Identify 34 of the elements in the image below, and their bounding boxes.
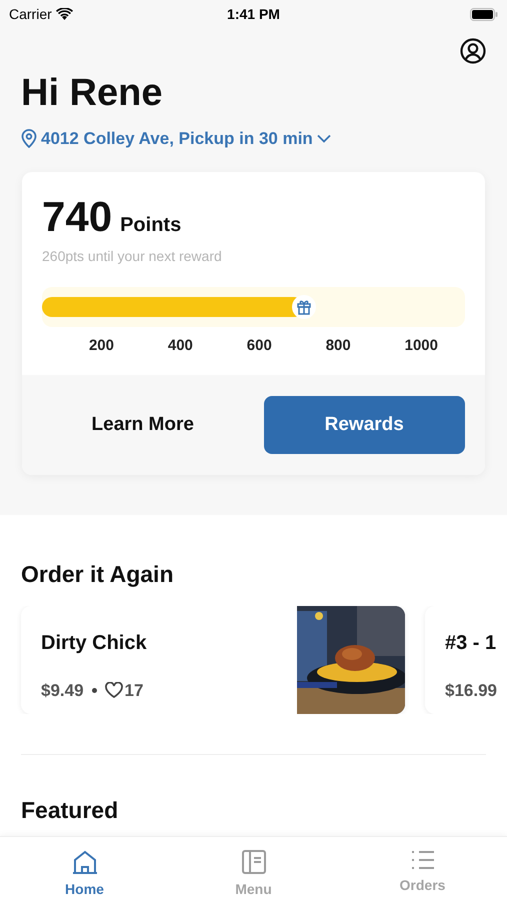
order-card[interactable]: Dirty Chick $9.49 17 xyxy=(21,606,405,714)
reward-subtitle: 260pts until your next reward xyxy=(42,246,223,266)
scale-label: 600 xyxy=(246,336,272,356)
heart-icon xyxy=(104,682,123,698)
item-price: $9.49 xyxy=(41,680,84,702)
greeting-title: Hi Rene xyxy=(20,71,164,116)
scale-label: 1000 xyxy=(404,336,438,356)
clock: 1:41 PM xyxy=(227,4,280,24)
home-icon xyxy=(70,849,98,875)
gift-icon xyxy=(292,294,316,318)
points-value: 740 xyxy=(42,194,112,240)
rewards-button[interactable]: Rewards xyxy=(264,396,465,454)
section-title: Order it Again xyxy=(20,560,174,589)
order-card[interactable]: #3 - 1 $16.99 xyxy=(425,606,507,714)
points-label: Points xyxy=(120,212,182,238)
list-icon xyxy=(410,849,436,871)
chevron-down-icon xyxy=(316,134,331,144)
scale-label: 800 xyxy=(326,336,351,356)
item-price: $16.99 xyxy=(445,680,497,702)
wifi-icon xyxy=(56,8,73,20)
profile-icon[interactable] xyxy=(460,38,486,64)
location-selector[interactable]: 4012 Colley Ave, Pickup in 30 min xyxy=(21,126,331,152)
scale-label: 400 xyxy=(168,336,193,356)
location-pin-icon xyxy=(21,129,37,148)
carrier-label: Carrier xyxy=(9,4,52,24)
battery-icon xyxy=(470,8,498,20)
learn-more-button[interactable]: Learn More xyxy=(42,396,244,454)
tab-bar-item[interactable]: Home xyxy=(0,837,169,900)
item-name: Dirty Chick xyxy=(41,630,148,656)
scale-label: 200 xyxy=(88,336,114,356)
like-count: 17 xyxy=(124,680,144,702)
item-name: #3 - 1 xyxy=(445,630,498,656)
section-title: Featured xyxy=(20,796,120,824)
book-icon xyxy=(240,849,266,875)
